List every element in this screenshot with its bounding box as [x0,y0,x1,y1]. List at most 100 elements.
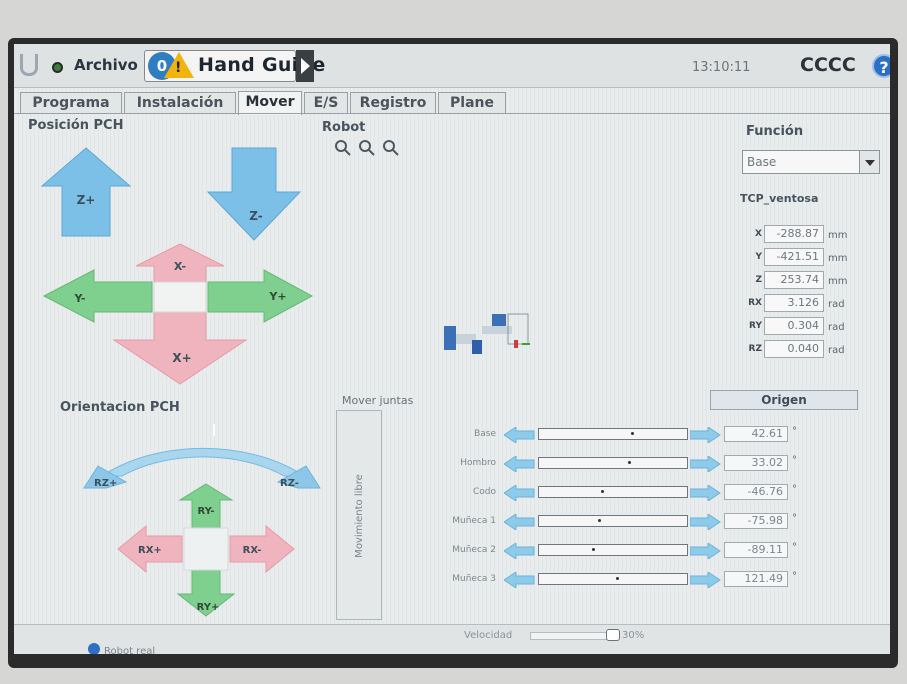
move-joints-title: Mover juntas [342,394,414,407]
joint-slider[interactable] [538,544,688,556]
joint-slider-marker [592,548,595,551]
joint-slider-marker [598,519,601,522]
chevron-down-icon[interactable] [859,151,879,173]
rx-minus-button[interactable]: RX- [229,524,295,574]
tcp-y-field[interactable]: -421.51 [764,248,824,266]
joint-increase-icon[interactable] [690,572,722,588]
joint-slider[interactable] [538,428,688,440]
z-plus-button[interactable]: Z+ [40,147,132,237]
tcp-z-label: Z [755,275,762,285]
joint-value-field[interactable]: -75.98 [724,513,788,529]
rz-arc-control [100,424,306,477]
tcp-ry-label: RY [749,321,762,331]
joint-slider-marker [628,461,631,464]
z-minus-button[interactable]: Z- [206,147,302,241]
rz-minus-label: RZ- [280,478,299,489]
x-plus-button[interactable]: X+ [112,311,248,385]
tcp-z-field[interactable]: 253.74 [764,271,824,289]
joint-value-field[interactable]: 33.02 [724,455,788,471]
joint-slider-marker [601,490,604,493]
rxry-center-pad [183,527,229,571]
y-minus-button[interactable]: Y- [42,269,153,323]
freedrive-label: Movimiento libre [354,474,365,558]
zoom-out-icon[interactable] [359,140,375,156]
joint-decrease-icon[interactable] [504,485,536,501]
joint-slider[interactable] [538,486,688,498]
zoom-fit-icon[interactable] [383,140,399,156]
joint-label: Muñeca 2 [452,545,496,555]
joint-increase-icon[interactable] [690,427,722,443]
joint-unit: ° [792,426,797,437]
tcp-z-unit: mm [828,276,848,287]
joint-decrease-icon[interactable] [504,543,536,559]
joint-value-field[interactable]: 121.49 [724,571,788,587]
tcp-x-unit: mm [828,230,848,241]
joint-increase-icon[interactable] [690,514,722,530]
z-plus-label: Z+ [77,193,96,207]
z-minus-label: Z- [249,209,262,223]
y-plus-label: Y+ [268,290,286,303]
ry-plus-label: RY+ [197,602,220,613]
speed-slider-handle[interactable] [606,629,620,641]
function-select[interactable]: Base [742,150,880,174]
function-select-value: Base [747,155,777,169]
joint-value-field[interactable]: -46.76 [724,484,788,500]
joint-label: Codo [472,487,496,497]
joint-value-field[interactable]: -89.11 [724,542,788,558]
joint-increase-icon[interactable] [690,543,722,559]
joint-slider-marker [631,432,634,435]
tcp-name: TCP_ventosa [740,192,819,205]
joint-unit: ° [792,513,797,524]
joint-label: Muñeca 3 [452,574,496,584]
tcp-x-label: X [755,229,762,239]
tcp-rz-label: RZ [748,344,762,354]
joint-value-field[interactable]: 42.61 [724,426,788,442]
speed-slider[interactable] [530,632,610,640]
joint-unit: ° [792,455,797,466]
joint-unit: ° [792,484,797,495]
y-minus-label: Y- [74,292,86,305]
zoom-in-icon[interactable] [335,140,351,156]
freedrive-button[interactable]: Movimiento libre [336,410,382,620]
joint-decrease-icon[interactable] [504,427,536,443]
rx-plus-label: RX+ [138,545,162,556]
xy-center-pad [153,281,207,313]
tcp-x-field[interactable]: -288.87 [764,225,824,243]
tcp-rx-label: RX [748,298,762,308]
rx-plus-button[interactable]: RX+ [117,524,183,574]
tcp-y-unit: mm [828,253,848,264]
joint-decrease-icon[interactable] [504,572,536,588]
x-plus-label: X+ [172,351,191,365]
joint-slider[interactable] [538,515,688,527]
robot-status-text: Robot real [104,646,156,654]
ry-minus-label: RY- [197,506,214,517]
tcp-y-label: Y [755,252,762,262]
x-minus-button[interactable]: X- [135,243,225,283]
joint-label: Base [474,429,496,439]
joint-slider[interactable] [538,573,688,585]
joint-slider[interactable] [538,457,688,469]
joint-unit: ° [792,571,797,582]
y-plus-button[interactable]: Y+ [207,269,314,323]
origin-button[interactable]: Origen [710,390,858,410]
joint-slider-marker [616,577,619,580]
joint-label: Hombro [460,458,496,468]
tcp-rx-field[interactable]: 3.126 [764,294,824,312]
rz-plus-label: RZ+ [94,478,117,489]
tcp-rz-unit: rad [828,345,845,356]
joint-increase-icon[interactable] [690,456,722,472]
joint-label: Muñeca 1 [452,516,496,526]
speed-label: Velocidad [464,630,513,641]
teach-pendant-screen: Archivo 0 ! Hand Guide 13:10:11 CCCC ? P… [14,44,890,654]
tcp-ry-field[interactable]: 0.304 [764,317,824,335]
ry-plus-button[interactable]: RY+ [176,569,236,617]
joint-increase-icon[interactable] [690,485,722,501]
tcp-rz-field[interactable]: 0.040 [764,340,824,358]
tcp-ry-unit: rad [828,322,845,333]
joint-decrease-icon[interactable] [504,456,536,472]
joint-decrease-icon[interactable] [504,514,536,530]
joint-unit: ° [792,542,797,553]
robot-3d-model[interactable] [444,313,530,354]
x-minus-label: X- [174,260,186,273]
ry-minus-button[interactable]: RY- [178,483,234,529]
